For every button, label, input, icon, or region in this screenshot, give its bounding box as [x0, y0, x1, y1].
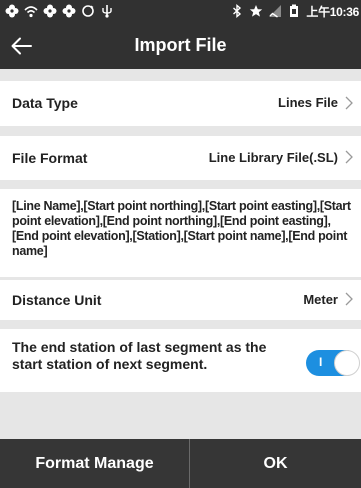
clover-icon	[43, 4, 57, 18]
chevron-right-icon	[345, 292, 353, 306]
data-type-row[interactable]: Data Type Lines File	[0, 81, 361, 126]
usb-icon	[102, 5, 112, 18]
toggle-on-indicator: I	[319, 355, 323, 369]
distance-unit-row[interactable]: Distance Unit Meter	[0, 280, 361, 320]
toggle-thumb	[334, 350, 360, 376]
chevron-right-icon	[345, 96, 353, 110]
bottom-bar: Format Manage OK	[0, 439, 361, 488]
format-manage-button[interactable]: Format Manage	[0, 439, 189, 488]
star-icon	[250, 5, 263, 17]
back-button[interactable]	[6, 30, 38, 62]
continuous-station-row: The end station of last segment as the s…	[0, 329, 361, 392]
ok-button[interactable]: OK	[190, 439, 361, 488]
chevron-right-icon	[345, 150, 353, 164]
continuous-station-toggle[interactable]: I	[306, 350, 360, 376]
distance-unit-label: Distance Unit	[12, 292, 102, 308]
format-description-panel: [Line Name],[Start point northing],[Star…	[0, 189, 361, 277]
signal-icon	[269, 5, 282, 18]
format-description: [Line Name],[Start point northing],[Star…	[12, 199, 351, 258]
status-left-icons	[5, 3, 114, 19]
data-type-value: Lines File	[278, 95, 338, 110]
file-format-value: Line Library File(.SL)	[208, 150, 338, 165]
battery-icon	[290, 4, 299, 17]
file-format-row[interactable]: File Format Line Library File(.SL)	[0, 136, 361, 180]
wifi-icon	[24, 6, 38, 18]
distance-unit-value: Meter	[303, 292, 338, 307]
status-right-icons: 上午10:36	[230, 3, 359, 19]
bluetooth-icon	[233, 4, 242, 18]
file-format-label: File Format	[12, 150, 88, 166]
status-time: 上午10:36	[306, 4, 359, 19]
page-title: Import File	[134, 35, 227, 55]
sync-icon	[82, 5, 94, 17]
back-arrow-icon	[11, 37, 32, 55]
continuous-station-label: The end station of last segment as the s…	[12, 339, 267, 372]
status-bar: 上午10:36	[0, 0, 361, 22]
app-bar: Import File	[0, 22, 361, 69]
clover-icon	[5, 4, 19, 18]
clover-icon	[62, 4, 76, 18]
data-type-label: Data Type	[12, 95, 78, 111]
